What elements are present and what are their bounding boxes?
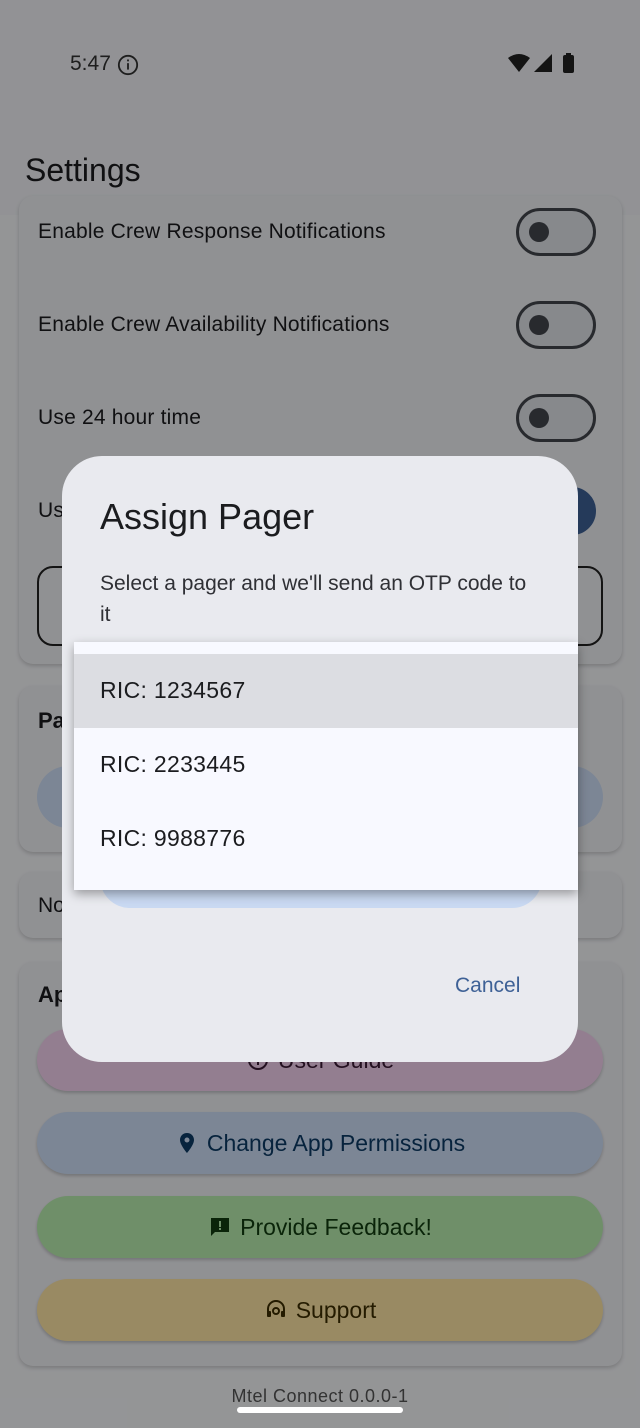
- dropdown-item-label: RIC: 2233445: [100, 751, 246, 777]
- dropdown-item[interactable]: RIC: 1234567: [74, 654, 578, 728]
- dialog-title: Assign Pager: [100, 496, 315, 537]
- dialog-body: Select a pager and we'll send an OTP cod…: [100, 572, 527, 626]
- dropdown-item-label: RIC: 9988776: [100, 825, 246, 851]
- pager-dropdown-menu: RIC: 1234567 RIC: 2233445 RIC: 9988776: [74, 642, 578, 890]
- cancel-button[interactable]: Cancel: [455, 974, 520, 998]
- home-indicator[interactable]: [237, 1407, 403, 1413]
- dropdown-item[interactable]: RIC: 2233445: [74, 728, 578, 802]
- dropdown-item[interactable]: RIC: 9988776: [74, 802, 578, 876]
- dropdown-item-label: RIC: 1234567: [100, 677, 246, 703]
